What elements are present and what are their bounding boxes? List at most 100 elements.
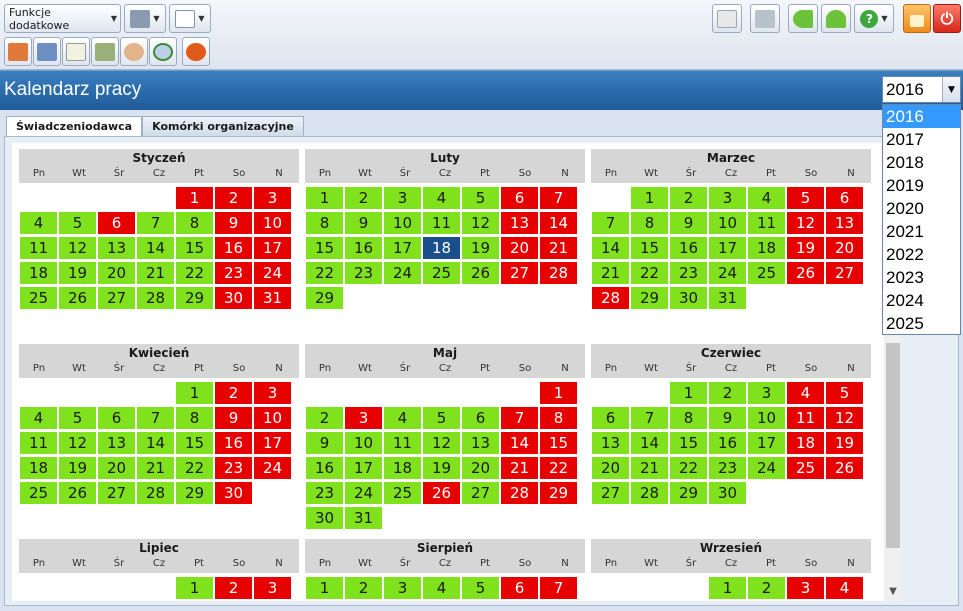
calendar-day[interactable]: 20 xyxy=(826,237,863,259)
calendar-day[interactable]: 28 xyxy=(137,287,174,309)
calendar-day[interactable]: 13 xyxy=(98,432,135,454)
calendar-day[interactable]: 17 xyxy=(384,237,421,259)
calendar-day[interactable]: 1 xyxy=(540,382,577,404)
calendar-day[interactable]: 10 xyxy=(254,407,291,429)
calendar-day[interactable]: 13 xyxy=(826,212,863,234)
calendar-day[interactable]: 4 xyxy=(423,577,460,599)
notepad-button[interactable] xyxy=(62,37,90,66)
calendar-day[interactable]: 14 xyxy=(540,212,577,234)
year-option[interactable]: 2021 xyxy=(883,220,960,243)
calendar-day[interactable]: 2 xyxy=(306,407,343,429)
calendar-day[interactable]: 19 xyxy=(59,457,96,479)
calendar-day[interactable]: 27 xyxy=(462,482,499,504)
calendar-day[interactable]: 25 xyxy=(384,482,421,504)
calendar-day[interactable]: 9 xyxy=(306,432,343,454)
calendar-day[interactable]: 2 xyxy=(215,187,252,209)
calendar-day[interactable]: 11 xyxy=(787,407,824,429)
calendar-day[interactable]: 11 xyxy=(423,212,460,234)
calendar-day[interactable]: 25 xyxy=(787,457,824,479)
documents-button[interactable] xyxy=(91,37,119,66)
calendar-day[interactable]: 7 xyxy=(540,187,577,209)
calendar-day[interactable]: 5 xyxy=(462,187,499,209)
calendar-day[interactable]: 22 xyxy=(176,262,213,284)
calendar-day[interactable]: 9 xyxy=(345,212,382,234)
calendar-day[interactable]: 24 xyxy=(709,262,746,284)
calendar-day[interactable]: 23 xyxy=(215,457,252,479)
calendar-day[interactable]: 5 xyxy=(423,407,460,429)
calendar-day[interactable]: 30 xyxy=(215,482,252,504)
calendar-day[interactable]: 2 xyxy=(345,187,382,209)
calendar-day[interactable]: 26 xyxy=(59,482,96,504)
calendar-day[interactable]: 7 xyxy=(137,407,174,429)
calendar-day[interactable]: 25 xyxy=(748,262,785,284)
calendar-day[interactable]: 26 xyxy=(59,287,96,309)
calendar-day[interactable]: 28 xyxy=(592,287,629,309)
mail-button[interactable] xyxy=(712,4,742,33)
calendar-day[interactable]: 25 xyxy=(20,287,57,309)
calendar-day[interactable]: 20 xyxy=(501,237,538,259)
calendar-day[interactable]: 14 xyxy=(137,432,174,454)
calendar-day[interactable]: 21 xyxy=(631,457,668,479)
calendar-day[interactable]: 15 xyxy=(631,237,668,259)
calendar-day[interactable]: 13 xyxy=(462,432,499,454)
calendar-day[interactable]: 17 xyxy=(709,237,746,259)
calendar-day[interactable]: 6 xyxy=(98,407,135,429)
calendar-day[interactable]: 3 xyxy=(709,187,746,209)
calendar-day[interactable]: 10 xyxy=(709,212,746,234)
calendar-day[interactable]: 3 xyxy=(254,577,291,599)
calendar-day[interactable]: 29 xyxy=(176,287,213,309)
calendar-day[interactable]: 19 xyxy=(59,262,96,284)
scroll-down-icon[interactable]: ▼ xyxy=(884,583,902,601)
calendar-day[interactable]: 6 xyxy=(98,212,135,234)
calendar-day[interactable]: 18 xyxy=(423,237,460,259)
calendar-day[interactable]: 15 xyxy=(540,432,577,454)
settings-button[interactable] xyxy=(182,37,210,66)
calendar-day[interactable]: 14 xyxy=(592,237,629,259)
year-option[interactable]: 2022 xyxy=(883,243,960,266)
calendar-day[interactable]: 8 xyxy=(631,212,668,234)
calendar-day[interactable]: 5 xyxy=(59,407,96,429)
calendar-day[interactable]: 18 xyxy=(20,457,57,479)
tab-swiadczeniodawca[interactable]: Świadczeniodawca xyxy=(6,116,143,137)
calendar-day[interactable]: 28 xyxy=(631,482,668,504)
calendar-day[interactable]: 17 xyxy=(254,237,291,259)
calendar-day[interactable]: 11 xyxy=(384,432,421,454)
year-option[interactable]: 2017 xyxy=(883,128,960,151)
calendar-day[interactable]: 30 xyxy=(306,507,343,529)
calendar-day[interactable]: 1 xyxy=(631,187,668,209)
calendar-day[interactable]: 12 xyxy=(826,407,863,429)
calendar-day[interactable]: 7 xyxy=(631,407,668,429)
calendar-day[interactable]: 20 xyxy=(98,457,135,479)
network-button[interactable] xyxy=(750,4,780,33)
year-option[interactable]: 2024 xyxy=(883,289,960,312)
calendar-day[interactable]: 13 xyxy=(98,237,135,259)
clock-refresh-button[interactable] xyxy=(149,37,177,66)
year-option[interactable]: 2019 xyxy=(883,174,960,197)
calendar-day[interactable]: 12 xyxy=(462,212,499,234)
home-button[interactable] xyxy=(4,37,32,66)
calendar-day[interactable]: 6 xyxy=(826,187,863,209)
calendar-day[interactable]: 1 xyxy=(176,577,213,599)
calendar-day[interactable]: 29 xyxy=(670,482,707,504)
calendar-day[interactable]: 9 xyxy=(215,212,252,234)
tab-komorki-organizacyjne[interactable]: Komórki organizacyjne xyxy=(142,116,304,136)
calendar-day[interactable]: 28 xyxy=(137,482,174,504)
calendar-day[interactable]: 21 xyxy=(137,262,174,284)
calendar-day[interactable]: 7 xyxy=(540,577,577,599)
calendar-day[interactable]: 22 xyxy=(306,262,343,284)
calendar-day[interactable]: 26 xyxy=(423,482,460,504)
calendar-day[interactable]: 31 xyxy=(709,287,746,309)
calendar-day[interactable]: 5 xyxy=(787,187,824,209)
calendar-day[interactable]: 1 xyxy=(670,382,707,404)
calendar-day[interactable]: 16 xyxy=(215,432,252,454)
calendar-day[interactable]: 12 xyxy=(423,432,460,454)
calendar-day[interactable]: 26 xyxy=(462,262,499,284)
calendar-day[interactable]: 8 xyxy=(670,407,707,429)
year-option[interactable]: 2018 xyxy=(883,151,960,174)
calendar-day[interactable]: 10 xyxy=(345,432,382,454)
calendar-day[interactable]: 2 xyxy=(215,577,252,599)
calendar-day[interactable]: 22 xyxy=(670,457,707,479)
calendar-day[interactable]: 23 xyxy=(306,482,343,504)
calendar-day[interactable]: 8 xyxy=(176,212,213,234)
calendar-day[interactable]: 7 xyxy=(501,407,538,429)
